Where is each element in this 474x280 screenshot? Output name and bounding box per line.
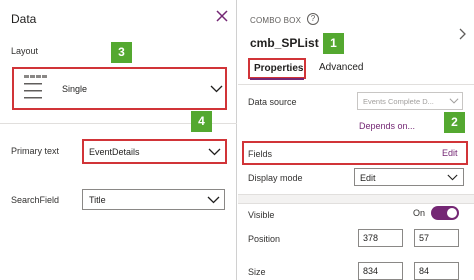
layout-label: Layout <box>11 46 39 56</box>
search-field-dropdown[interactable]: Title <box>82 189 225 210</box>
single-layout-icon <box>22 72 58 105</box>
position-x-input[interactable]: 378 <box>358 229 403 247</box>
visible-state-text: On <box>413 208 426 218</box>
tab-selected-indicator <box>250 78 304 80</box>
annotation-badge-3: 3 <box>111 42 132 63</box>
annotation-badge-1: 1 <box>323 33 344 54</box>
depends-on-link[interactable]: Depends on... <box>359 121 415 131</box>
tab-properties[interactable]: Properties <box>248 58 306 79</box>
tab-advanced[interactable]: Advanced <box>319 62 363 73</box>
data-source-label: Data source <box>248 97 297 107</box>
fields-label: Fields <box>248 149 273 159</box>
position-label: Position <box>248 234 281 244</box>
display-mode-label: Display mode <box>248 173 303 183</box>
search-field-value: Title <box>89 195 106 205</box>
properties-pane: COMBO BOX ? cmb_SPList 1 Properties Adva… <box>238 0 474 280</box>
close-icon[interactable] <box>214 8 230 24</box>
size-width-value: 834 <box>363 266 379 276</box>
pane-title: Data <box>11 12 37 26</box>
fields-row: Fields Edit <box>242 141 468 165</box>
fields-edit-link[interactable]: Edit <box>442 148 458 158</box>
annotation-badge-2: 2 <box>444 112 465 133</box>
position-y-value: 57 <box>419 233 430 243</box>
tab-properties-label: Properties <box>254 63 304 74</box>
size-label: Size <box>248 267 266 277</box>
display-mode-value: Edit <box>360 173 376 183</box>
help-icon[interactable]: ? <box>307 13 319 25</box>
size-height-value: 84 <box>419 266 430 276</box>
display-mode-dropdown[interactable]: Edit <box>354 168 464 186</box>
primary-text-value: EventDetails <box>89 147 140 157</box>
position-x-value: 378 <box>363 233 379 243</box>
size-height-input[interactable]: 84 <box>414 262 459 280</box>
control-name[interactable]: cmb_SPList <box>250 36 319 50</box>
chevron-down-icon <box>449 98 459 104</box>
divider <box>238 84 474 85</box>
section-separator <box>238 194 474 204</box>
layout-value: Single <box>62 84 88 94</box>
primary-text-label: Primary text <box>11 146 60 156</box>
size-width-input[interactable]: 834 <box>358 262 403 280</box>
chevron-down-icon <box>208 148 221 156</box>
chevron-down-icon <box>207 196 220 204</box>
chevron-right-icon[interactable] <box>459 28 467 40</box>
visible-toggle[interactable] <box>431 206 459 220</box>
control-type-caption: COMBO BOX <box>250 16 302 25</box>
position-y-input[interactable]: 57 <box>414 229 459 247</box>
data-source-value: Events Complete D... <box>363 97 434 106</box>
toggle-knob <box>447 208 457 218</box>
search-field-label: SearchField <box>11 195 60 205</box>
data-pane: Data Layout Single 3 4 Primary text Even… <box>0 0 237 280</box>
annotation-badge-4: 4 <box>191 111 212 132</box>
data-source-dropdown[interactable]: Events Complete D... <box>357 92 463 110</box>
primary-text-dropdown[interactable]: EventDetails <box>82 139 227 164</box>
chevron-down-icon <box>210 85 223 93</box>
chevron-down-icon <box>447 174 458 181</box>
layout-dropdown[interactable]: Single <box>12 67 227 110</box>
visible-label: Visible <box>248 210 275 220</box>
